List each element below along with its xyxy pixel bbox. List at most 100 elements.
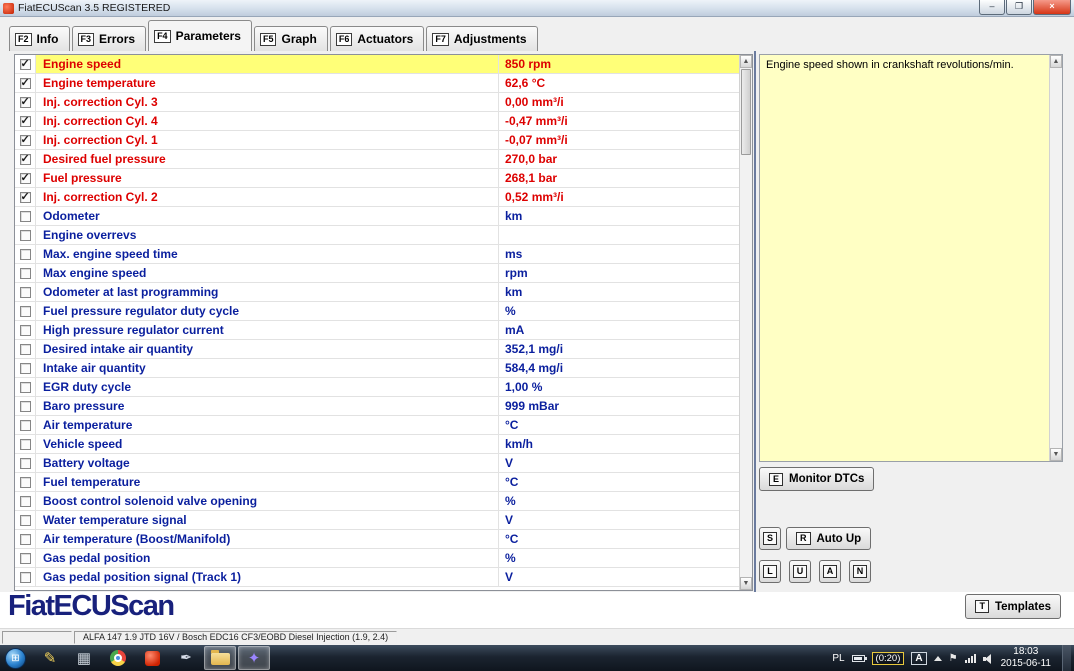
info-scrollbar[interactable]: ▲ ▼ bbox=[1049, 55, 1062, 461]
title-bar[interactable]: FiatECUScan 3.5 REGISTERED – ❐ × bbox=[0, 0, 1074, 17]
close-button[interactable]: × bbox=[1033, 0, 1071, 15]
checkbox-checked[interactable] bbox=[15, 112, 36, 130]
parameter-row[interactable]: Battery voltageV bbox=[15, 454, 739, 473]
parameter-row[interactable]: Inj. correction Cyl. 1-0,07 mm³/i bbox=[15, 131, 739, 150]
red-app-icon[interactable] bbox=[136, 646, 168, 670]
notes-app-icon[interactable] bbox=[34, 646, 66, 670]
parameter-row[interactable]: Boost control solenoid valve opening% bbox=[15, 492, 739, 511]
parameter-row[interactable]: Fuel pressure268,1 bar bbox=[15, 169, 739, 188]
panel-splitter[interactable] bbox=[754, 51, 756, 592]
checkbox-unchecked[interactable] bbox=[15, 416, 36, 434]
checkbox-unchecked[interactable] bbox=[15, 378, 36, 396]
parameter-row[interactable]: Desired fuel pressure270,0 bar bbox=[15, 150, 739, 169]
maximize-button[interactable]: ❐ bbox=[1006, 0, 1032, 15]
checkbox-checked[interactable] bbox=[15, 55, 36, 73]
parameter-row[interactable]: Fuel temperature°C bbox=[15, 473, 739, 492]
monitor-dtcs-button[interactable]: E Monitor DTCs bbox=[759, 467, 874, 491]
parameter-row[interactable]: Gas pedal position% bbox=[15, 549, 739, 568]
checkbox-unchecked[interactable] bbox=[15, 302, 36, 320]
checkbox-unchecked[interactable] bbox=[15, 245, 36, 263]
checkbox-unchecked[interactable] bbox=[15, 549, 36, 567]
checkbox-checked[interactable] bbox=[15, 169, 36, 187]
minimize-button[interactable]: – bbox=[979, 0, 1005, 15]
checkbox-unchecked[interactable] bbox=[15, 321, 36, 339]
checkbox-unchecked[interactable] bbox=[15, 568, 36, 586]
pen-app-icon[interactable] bbox=[170, 646, 202, 670]
parameter-row[interactable]: EGR duty cycle1,00 % bbox=[15, 378, 739, 397]
taskbar-clock[interactable]: 18:03 2015-06-11 bbox=[1001, 646, 1051, 671]
gray-app-icon[interactable] bbox=[68, 646, 100, 670]
checkbox-unchecked[interactable] bbox=[15, 359, 36, 377]
timer-badge[interactable]: (0:20) bbox=[872, 652, 905, 665]
scroll-up-icon[interactable]: ▲ bbox=[1050, 55, 1062, 68]
parameter-row[interactable]: Max. engine speed timems bbox=[15, 245, 739, 264]
checkbox-unchecked[interactable] bbox=[15, 340, 36, 358]
checkbox-unchecked[interactable] bbox=[15, 397, 36, 415]
volume-icon[interactable] bbox=[983, 653, 994, 664]
templates-button[interactable]: T Templates bbox=[965, 594, 1061, 619]
parameter-row[interactable]: Desired intake air quantity352,1 mg/i bbox=[15, 340, 739, 359]
checkbox-unchecked[interactable] bbox=[15, 454, 36, 472]
tab-errors[interactable]: F3Errors bbox=[72, 26, 147, 51]
s-button[interactable]: S bbox=[759, 527, 781, 550]
media-app-icon[interactable] bbox=[238, 646, 270, 670]
u-button[interactable]: U bbox=[789, 560, 811, 583]
parameter-row[interactable]: Air temperature°C bbox=[15, 416, 739, 435]
parameter-row[interactable]: Inj. correction Cyl. 20,52 mm³/i bbox=[15, 188, 739, 207]
parameter-row[interactable]: Engine speed850 rpm bbox=[15, 55, 739, 74]
checkbox-unchecked[interactable] bbox=[15, 264, 36, 282]
tab-parameters[interactable]: F4Parameters bbox=[148, 20, 252, 51]
action-center-flag-icon[interactable]: ⚑ bbox=[949, 653, 958, 664]
tab-graph[interactable]: F5Graph bbox=[254, 26, 328, 51]
checkbox-checked[interactable] bbox=[15, 150, 36, 168]
n-button[interactable]: N bbox=[849, 560, 871, 583]
language-indicator[interactable]: PL bbox=[832, 653, 844, 664]
scrollbar-track[interactable] bbox=[1050, 68, 1062, 448]
checkbox-unchecked[interactable] bbox=[15, 473, 36, 491]
checkbox-checked[interactable] bbox=[15, 93, 36, 111]
checkbox-unchecked[interactable] bbox=[15, 530, 36, 548]
a-button[interactable]: A bbox=[819, 560, 841, 583]
checkbox-checked[interactable] bbox=[15, 188, 36, 206]
checkbox-checked[interactable] bbox=[15, 131, 36, 149]
checkbox-unchecked[interactable] bbox=[15, 283, 36, 301]
l-button[interactable]: L bbox=[759, 560, 781, 583]
scroll-down-icon[interactable]: ▼ bbox=[1050, 448, 1062, 461]
chrome-browser-icon[interactable] bbox=[102, 646, 134, 670]
tab-adjustments[interactable]: F7Adjustments bbox=[426, 26, 537, 51]
parameter-row[interactable]: Fuel pressure regulator duty cycle% bbox=[15, 302, 739, 321]
parameter-row[interactable]: Odometer at last programmingkm bbox=[15, 283, 739, 302]
file-explorer-icon[interactable] bbox=[204, 646, 236, 670]
parameter-row[interactable]: Water temperature signalV bbox=[15, 511, 739, 530]
parameter-row[interactable]: Engine temperature62,6 °C bbox=[15, 74, 739, 93]
battery-icon[interactable] bbox=[852, 655, 865, 662]
show-desktop-button[interactable] bbox=[1062, 645, 1071, 671]
checkbox-unchecked[interactable] bbox=[15, 435, 36, 453]
scrollbar-thumb[interactable] bbox=[741, 69, 751, 155]
hidden-icons-chevron-icon[interactable] bbox=[934, 656, 942, 661]
checkbox-checked[interactable] bbox=[15, 74, 36, 92]
checkbox-unchecked[interactable] bbox=[15, 207, 36, 225]
scroll-up-icon[interactable]: ▲ bbox=[740, 55, 752, 68]
parameter-row[interactable]: Air temperature (Boost/Manifold)°C bbox=[15, 530, 739, 549]
parameter-row[interactable]: Engine overrevs bbox=[15, 226, 739, 245]
checkbox-unchecked[interactable] bbox=[15, 511, 36, 529]
parameter-row[interactable]: Max engine speedrpm bbox=[15, 264, 739, 283]
parameter-row[interactable]: Inj. correction Cyl. 30,00 mm³/i bbox=[15, 93, 739, 112]
auto-up-button[interactable]: R Auto Up bbox=[786, 527, 871, 550]
parameter-row[interactable]: Vehicle speedkm/h bbox=[15, 435, 739, 454]
scrollbar-track[interactable] bbox=[740, 156, 752, 577]
parameter-row[interactable]: Odometerkm bbox=[15, 207, 739, 226]
tab-info[interactable]: F2Info bbox=[9, 26, 70, 51]
tab-actuators[interactable]: F6Actuators bbox=[330, 26, 425, 51]
parameter-row[interactable]: Intake air quantity584,4 mg/i bbox=[15, 359, 739, 378]
parameter-row[interactable]: Inj. correction Cyl. 4-0,47 mm³/i bbox=[15, 112, 739, 131]
parameters-scrollbar[interactable]: ▲ ▼ bbox=[739, 55, 752, 590]
parameter-row[interactable]: High pressure regulator currentmA bbox=[15, 321, 739, 340]
checkbox-unchecked[interactable] bbox=[15, 492, 36, 510]
parameter-row[interactable]: Gas pedal position signal (Track 1)V bbox=[15, 568, 739, 587]
network-icon[interactable] bbox=[965, 653, 976, 663]
scroll-down-icon[interactable]: ▼ bbox=[740, 577, 752, 590]
a-badge[interactable]: A bbox=[911, 652, 926, 665]
start-button[interactable]: ⊞ bbox=[5, 648, 26, 669]
